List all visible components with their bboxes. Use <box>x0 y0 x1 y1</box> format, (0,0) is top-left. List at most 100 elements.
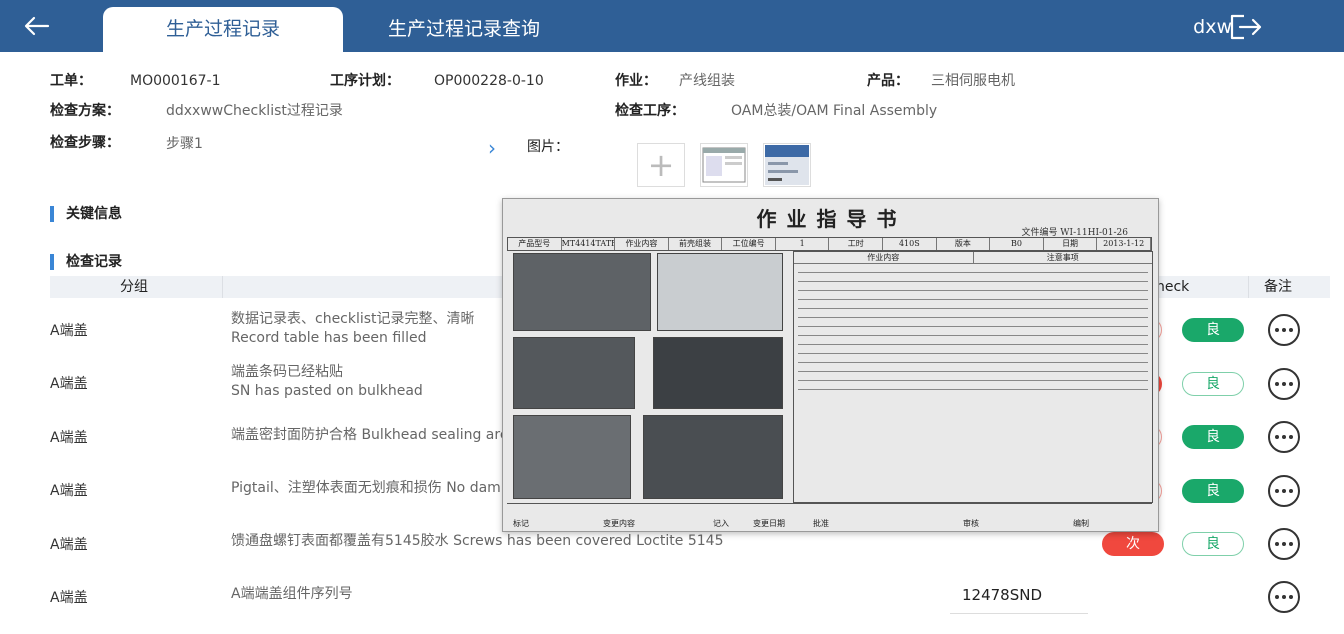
instruction-photo <box>643 415 783 499</box>
chevron-right-icon[interactable]: › <box>488 136 496 160</box>
inspection-process-label: 检查工序： <box>615 103 685 119</box>
row-description-cn: 馈通盘螺钉表面都覆盖有5145胶水 Screws has been covere… <box>231 533 724 549</box>
meta-cell: 1 <box>776 238 830 250</box>
notes-header: 注意事项 <box>973 252 1152 264</box>
process-plan-field: 工序计划： <box>330 71 400 91</box>
meta-cell: 日期 <box>1044 238 1098 250</box>
more-options-icon[interactable] <box>1268 581 1300 613</box>
row-group: A端盖 <box>50 590 88 606</box>
good-button[interactable]: 良 <box>1182 425 1244 449</box>
instruction-photos <box>511 251 787 503</box>
process-plan-value: OP000228-0-10 <box>434 73 544 89</box>
row-description-cn: A端端盖组件序列号 <box>231 586 353 602</box>
row-group: A端盖 <box>50 483 88 499</box>
instruction-photo <box>513 253 651 331</box>
instruction-photo <box>513 337 635 409</box>
footer-cell: 审核 <box>963 519 979 528</box>
meta-cell: 作业内容 <box>615 238 669 250</box>
image-thumbnail[interactable] <box>763 143 811 187</box>
row-group: A端盖 <box>50 376 88 392</box>
more-options-icon[interactable] <box>1268 421 1300 453</box>
scheme-field: 检查方案： <box>50 101 120 121</box>
section-inspection-records: 检查记录 <box>50 252 122 272</box>
image-preview-overlay[interactable]: 作业指导书 文件编号 WI-11HI-01-26 产品型号 MT4414TATE… <box>502 198 1159 532</box>
meta-cell: 前壳组装 <box>669 238 723 250</box>
row-description-cn: 端盖条码已经粘贴 <box>231 364 343 380</box>
inspection-process-field: 检查工序： <box>615 101 685 121</box>
logout-icon[interactable] <box>1228 12 1264 42</box>
good-button[interactable]: 良 <box>1182 479 1244 503</box>
row-description-cn: Pigtail、注塑体表面无划痕和损伤 No dam <box>231 480 501 496</box>
more-options-icon[interactable] <box>1268 314 1300 346</box>
header-remark: 备注 <box>1264 279 1292 295</box>
username: dxw <box>1193 16 1232 38</box>
product-value: 三相伺服电机 <box>931 73 1015 89</box>
row-description-cn: 数据记录表、checklist记录完整、清晰 <box>231 311 475 327</box>
tab-production-record-query[interactable]: 生产过程记录查询 <box>362 7 566 52</box>
meta-cell: B0 <box>990 238 1044 250</box>
good-button[interactable]: 良 <box>1182 318 1244 342</box>
product-label: 产品： <box>867 73 909 89</box>
meta-cell: 产品型号 <box>508 238 562 250</box>
footer-cell: 变更内容 <box>603 519 635 528</box>
meta-cell: 工时 <box>829 238 884 250</box>
row-description: 端盖条码已经粘贴 SN has pasted on bulkhead <box>231 363 423 401</box>
instruction-footer: 标记 变更内容 记入 变更日期 批准 审核 编制 <box>507 503 1152 529</box>
back-arrow-icon[interactable] <box>22 12 58 40</box>
section-key-info: 关键信息 <box>50 204 122 224</box>
content-header: 作业内容 <box>794 252 974 264</box>
row-description-en: SN has pasted on bulkhead <box>231 383 423 399</box>
images-label: 图片： <box>527 139 569 155</box>
images-field: 图片： <box>527 137 569 157</box>
inspection-process-value: OAM总装/OAM Final Assembly <box>731 103 938 119</box>
row-description: 端盖密封面防护合格 Bulkhead sealing are <box>231 426 508 445</box>
row-group: A端盖 <box>50 537 88 553</box>
footer-cell: 记入 <box>713 519 729 528</box>
header-group: 分组 <box>120 279 148 295</box>
row-description: Pigtail、注塑体表面无划痕和损伤 No dam <box>231 479 501 498</box>
instruction-content: 作业内容 注意事项 <box>793 251 1153 503</box>
meta-cell: 工位编号 <box>722 238 776 250</box>
operation-field: 作业： <box>615 71 657 91</box>
row-description: A端端盖组件序列号 <box>231 585 353 604</box>
add-image-button[interactable]: + <box>637 143 685 187</box>
step-field: 检查步骤： <box>50 133 120 153</box>
footer-cell: 批准 <box>813 519 829 528</box>
row-description: 数据记录表、checklist记录完整、清晰 Record table has … <box>231 310 475 348</box>
product-field: 产品： <box>867 71 909 91</box>
instruction-photo <box>513 415 631 499</box>
operation-value: 产线组装 <box>679 73 735 89</box>
tab-production-record[interactable]: 生产过程记录 <box>103 7 343 52</box>
row-group: A端盖 <box>50 323 88 339</box>
more-options-icon[interactable] <box>1268 368 1300 400</box>
footer-cell: 标记 <box>513 519 529 528</box>
row-group: A端盖 <box>50 430 88 446</box>
good-button[interactable]: 良 <box>1182 532 1244 556</box>
meta-cell: 版本 <box>937 238 991 250</box>
bad-button[interactable]: 次 <box>1102 532 1164 556</box>
row-description-en: Record table has been filled <box>231 330 427 346</box>
row-description-cn: 端盖密封面防护合格 Bulkhead sealing are <box>231 427 509 443</box>
work-order-field: 工单： <box>50 71 92 91</box>
footer-cell: 编制 <box>1073 519 1089 528</box>
table-row: A端盖 A端端盖组件序列号 12478SND <box>50 570 1330 623</box>
good-button[interactable]: 良 <box>1182 372 1244 396</box>
work-order-label: 工单： <box>50 73 92 89</box>
scheme-label: 检查方案： <box>50 103 120 119</box>
serial-number-input[interactable]: 12478SND <box>950 580 1088 614</box>
meta-cell: 410S <box>883 238 937 250</box>
footer-cell: 变更日期 <box>753 519 785 528</box>
more-options-icon[interactable] <box>1268 528 1300 560</box>
operation-label: 作业： <box>615 73 657 89</box>
process-plan-label: 工序计划： <box>330 73 400 89</box>
header-check: heck <box>1156 279 1190 295</box>
work-instruction-meta: 产品型号 MT4414TATE 作业内容 前壳组装 工位编号 1 工时 410S… <box>507 237 1152 251</box>
more-options-icon[interactable] <box>1268 475 1300 507</box>
step-value[interactable]: 步骤1 <box>166 134 203 154</box>
instruction-photo <box>657 253 783 331</box>
meta-cell: 2013-1-12 <box>1097 238 1151 250</box>
instruction-photo <box>653 337 783 409</box>
work-order-value: MO000167-1 <box>130 73 221 89</box>
image-thumbnail[interactable] <box>700 143 748 187</box>
scheme-value: ddxxwwChecklist过程记录 <box>166 103 343 119</box>
